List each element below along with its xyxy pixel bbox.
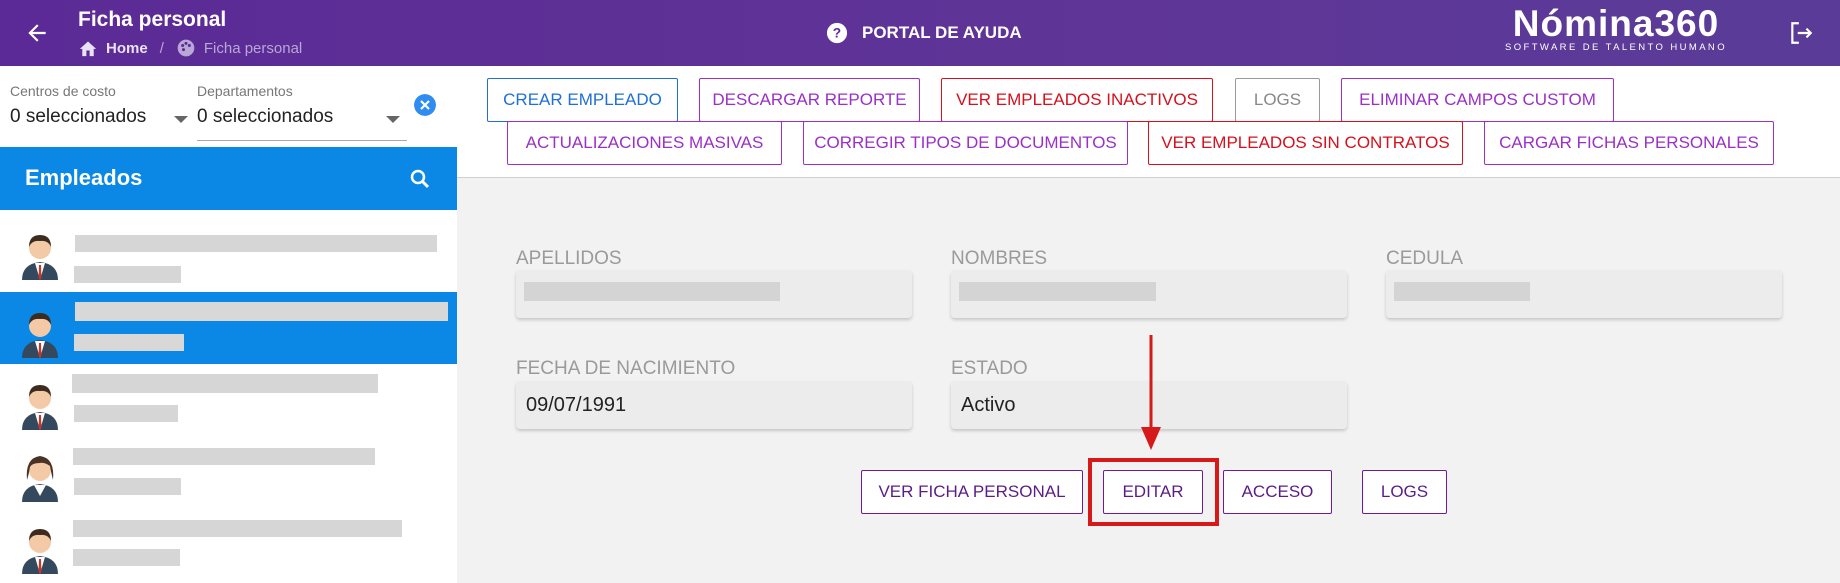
actions-toolbar: CREAR EMPLEADO DESCARGAR REPORTE VER EMP… [457,66,1840,178]
employee-list-item[interactable] [0,214,457,286]
brand-tagline: SOFTWARE DE TALENTO HUMANO [1505,42,1727,53]
ver-empleados-sin-contratos-button[interactable]: VER EMPLEADOS SIN CONTRATOS [1148,121,1463,165]
logs-toolbar-button[interactable]: LOGS [1235,78,1320,122]
name-placeholder [75,235,437,252]
cedula-placeholder [1394,282,1530,301]
departments-underline [197,140,407,141]
apellidos-placeholder [524,282,780,301]
actualizaciones-masivas-button[interactable]: ACTUALIZACIONES MASIVAS [507,121,782,165]
employee-list-item-selected[interactable] [0,292,457,364]
editar-highlight-box [1088,458,1219,526]
fecha-nacimiento-field: 09/07/1991 [516,381,912,429]
id-placeholder [73,549,180,566]
id-placeholder [74,334,184,351]
employees-title: Empleados [25,165,143,190]
eliminar-campos-custom-button[interactable]: ELIMINAR CAMPOS CUSTOM [1341,78,1614,122]
acceso-button[interactable]: ACCESO [1223,470,1332,514]
cedula-field [1386,270,1782,318]
avatar-icon [22,235,58,280]
crear-empleado-button[interactable]: CREAR EMPLEADO [487,78,678,122]
ver-ficha-personal-button[interactable]: VER FICHA PERSONAL [861,470,1083,514]
ver-empleados-inactivos-button[interactable]: VER EMPLEADOS INACTIVOS [941,78,1213,122]
estado-label: ESTADO [951,358,1028,379]
employees-sidebar: Centros de costo 0 seleccionados Departa… [0,66,457,583]
id-placeholder [74,266,181,283]
departments-label: Departamentos [197,83,293,99]
apellidos-field [516,270,912,318]
nombres-label: NOMBRES [951,248,1048,269]
help-icon: ? [826,22,848,44]
employee-list-item[interactable] [0,364,457,436]
id-placeholder [74,478,181,495]
fecha-nacimiento-label: FECHA DE NACIMIENTO [516,358,736,379]
brand-name: Nómina360 [1512,3,1720,44]
breadcrumb-home[interactable]: Home [106,40,148,57]
avatar-icon [22,313,58,358]
descargar-reporte-button[interactable]: DESCARGAR REPORTE [699,78,920,122]
page-title: Ficha personal [78,8,227,31]
cargar-fichas-personales-button[interactable]: CARGAR FICHAS PERSONALES [1484,121,1774,165]
avatar-icon [22,456,58,502]
chevron-down-icon[interactable] [386,116,400,123]
help-portal-link[interactable]: ? PORTAL DE AYUDA [826,22,1022,44]
estado-value: Activo [961,394,1016,416]
employee-list-item[interactable] [0,436,457,508]
back-arrow-icon[interactable] [24,20,50,46]
fecha-nacimiento-value: 09/07/1991 [526,394,627,416]
name-placeholder [72,374,378,393]
app-header: Ficha personal Home / Ficha personal ? P… [0,0,1840,66]
logs-button[interactable]: LOGS [1362,470,1447,514]
annotation-arrow-icon [1141,335,1161,450]
nombres-placeholder [959,282,1156,301]
departments-select[interactable]: 0 seleccionados [197,106,333,128]
chevron-down-icon[interactable] [174,116,188,123]
name-placeholder [73,448,375,465]
avatar-icon [22,385,58,430]
corregir-tipos-documentos-button[interactable]: CORREGIR TIPOS DE DOCUMENTOS [803,121,1128,165]
employee-list-item[interactable] [0,508,457,580]
employees-header: Empleados [0,147,457,210]
id-placeholder [74,405,178,422]
name-placeholder [75,302,448,321]
search-icon[interactable] [408,167,432,191]
home-icon[interactable] [78,39,98,57]
avatar-icon [22,529,58,574]
clear-filters-icon[interactable] [414,94,436,116]
breadcrumb-current: Ficha personal [203,39,303,57]
apellidos-label: APELLIDOS [516,248,622,269]
cost-centers-select[interactable]: 0 seleccionados [10,106,146,128]
breadcrumb-separator: / [159,39,164,57]
logout-icon[interactable] [1788,20,1814,46]
name-placeholder [73,520,402,537]
cost-centers-label: Centros de costo [10,83,116,99]
breadcrumb: Home / Ficha personal [78,38,302,58]
nombres-field [951,270,1347,318]
svg-text:?: ? [833,26,841,41]
palette-icon [177,39,195,57]
brand-logo: Nómina360 SOFTWARE DE TALENTO HUMANO [1500,3,1732,54]
cedula-label: CEDULA [1386,248,1464,269]
help-label: PORTAL DE AYUDA [862,23,1022,42]
